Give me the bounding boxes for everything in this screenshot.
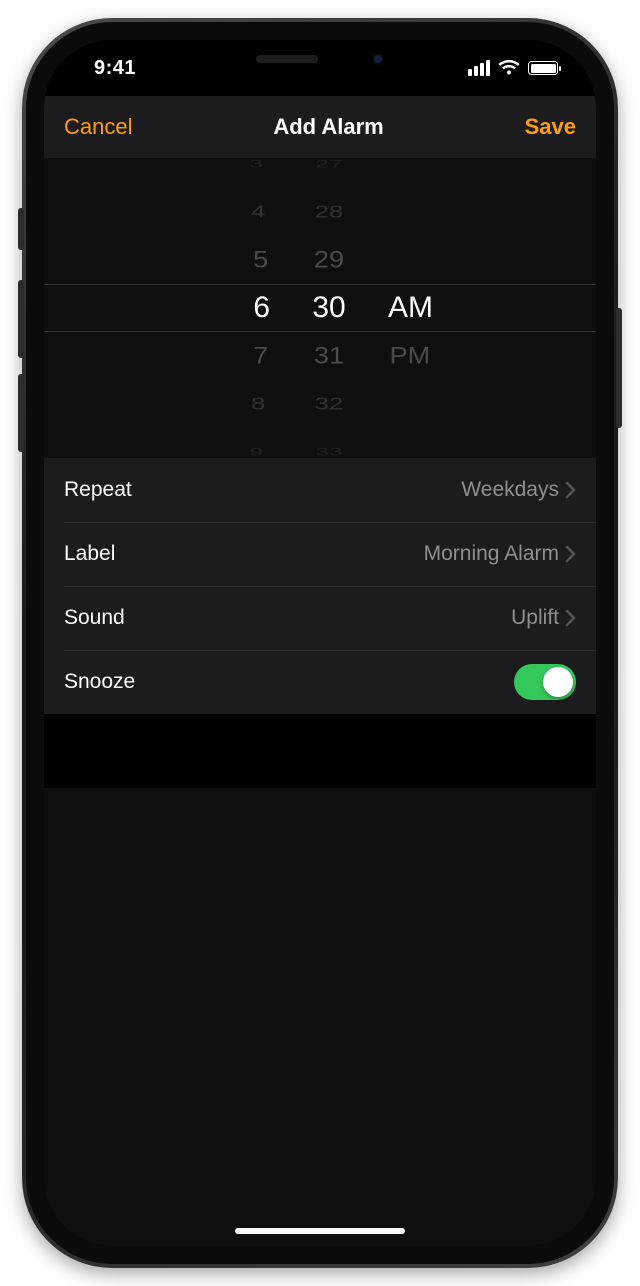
snooze-toggle[interactable] [514, 664, 576, 700]
row-value: Morning Alarm [424, 542, 559, 566]
picker-option: 8 [157, 389, 266, 419]
picker-option: 7 [154, 335, 268, 376]
settings-list: Repeat Weekdays Label Morning Alarm Soun… [44, 458, 596, 714]
period-wheel[interactable]: . . . AM PM . . [388, 158, 488, 458]
power-button[interactable] [616, 308, 622, 428]
picker-option: 33 [277, 442, 381, 458]
row-label: Repeat [64, 478, 132, 502]
save-button[interactable]: Save [525, 114, 576, 140]
mute-switch[interactable] [18, 208, 24, 250]
row-value: Uplift [511, 606, 559, 630]
time-picker: 3 4 5 6 7 8 9 27 28 29 30 31 32 33 [44, 158, 596, 458]
screen: 9:41 Cancel Add Alarm Save 3 4 5 [44, 40, 596, 1246]
nav-title: Add Alarm [273, 114, 383, 140]
volume-up-button[interactable] [18, 280, 24, 358]
picker-option: 9 [159, 442, 263, 458]
row-label: Label [64, 542, 115, 566]
picker-option: 4 [157, 197, 266, 227]
repeat-row[interactable]: Repeat Weekdays [44, 458, 596, 522]
row-label: Sound [64, 606, 125, 630]
status-time: 9:41 [76, 57, 136, 80]
volume-down-button[interactable] [18, 374, 24, 452]
content-background [44, 788, 596, 1246]
picker-option-selected: 6 [152, 284, 270, 332]
picker-option: 3 [159, 158, 263, 174]
row-value: Weekdays [461, 478, 559, 502]
status-icons [468, 60, 564, 76]
chevron-right-icon [565, 481, 576, 499]
picker-option: PM [390, 335, 487, 376]
picker-option-selected: AM [388, 284, 488, 332]
picker-option: 29 [272, 239, 386, 280]
front-camera [372, 53, 384, 65]
picker-option: 27 [277, 158, 381, 174]
row-label: Snooze [64, 670, 135, 694]
notch [205, 40, 435, 78]
wifi-icon [498, 60, 520, 76]
hour-wheel[interactable]: 3 4 5 6 7 8 9 [152, 158, 270, 458]
iphone-frame: 9:41 Cancel Add Alarm Save 3 4 5 [22, 18, 618, 1268]
picker-option: 28 [275, 197, 384, 227]
picker-option: 32 [275, 389, 384, 419]
chevron-right-icon [565, 545, 576, 563]
snooze-row: Snooze [44, 650, 596, 714]
picker-option-selected: 30 [270, 284, 388, 332]
cancel-button[interactable]: Cancel [64, 114, 132, 140]
nav-bar: Cancel Add Alarm Save [44, 96, 596, 158]
sound-row[interactable]: Sound Uplift [44, 586, 596, 650]
home-indicator[interactable] [235, 1228, 405, 1234]
picker-option: 5 [154, 239, 268, 280]
battery-icon [528, 61, 558, 75]
cellular-signal-icon [468, 60, 490, 76]
label-row[interactable]: Label Morning Alarm [44, 522, 596, 586]
chevron-right-icon [565, 609, 576, 627]
picker-option: 31 [272, 335, 386, 376]
earpiece-speaker [256, 55, 318, 63]
minute-wheel[interactable]: 27 28 29 30 31 32 33 [270, 158, 388, 458]
